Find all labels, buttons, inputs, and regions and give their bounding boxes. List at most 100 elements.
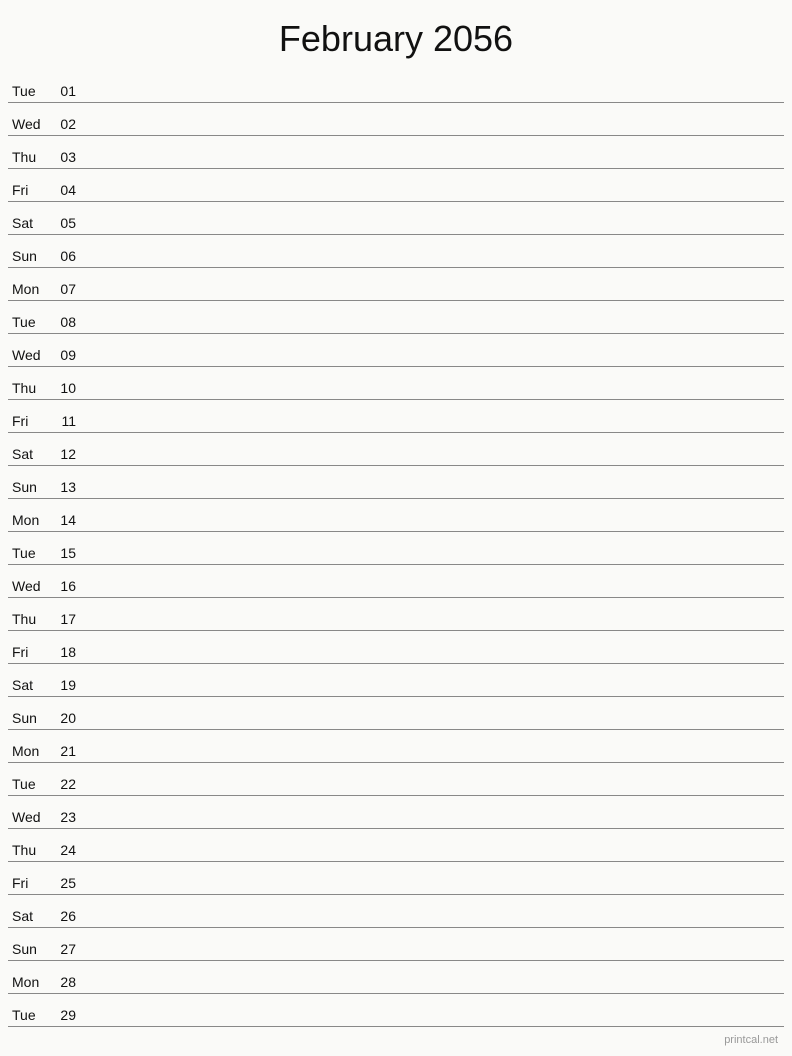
day-line (82, 131, 784, 132)
day-line (82, 164, 784, 165)
day-name: Tue (8, 1007, 50, 1023)
day-row: Sat19 (8, 664, 784, 697)
day-number: 07 (50, 281, 82, 297)
day-number: 17 (50, 611, 82, 627)
day-number: 21 (50, 743, 82, 759)
day-row: Tue01 (8, 70, 784, 103)
day-row: Fri25 (8, 862, 784, 895)
day-row: Sat26 (8, 895, 784, 928)
day-number: 22 (50, 776, 82, 792)
day-name: Fri (8, 875, 50, 891)
day-name: Wed (8, 347, 50, 363)
day-line (82, 626, 784, 627)
day-row: Wed23 (8, 796, 784, 829)
day-number: 26 (50, 908, 82, 924)
day-number: 16 (50, 578, 82, 594)
day-number: 11 (50, 413, 82, 429)
day-name: Sun (8, 710, 50, 726)
day-name: Mon (8, 974, 50, 990)
day-name: Sun (8, 479, 50, 495)
day-row: Sat12 (8, 433, 784, 466)
day-row: Mon28 (8, 961, 784, 994)
day-line (82, 725, 784, 726)
day-row: Mon14 (8, 499, 784, 532)
day-row: Thu03 (8, 136, 784, 169)
day-number: 27 (50, 941, 82, 957)
day-row: Wed16 (8, 565, 784, 598)
day-number: 04 (50, 182, 82, 198)
day-number: 20 (50, 710, 82, 726)
day-row: Sun13 (8, 466, 784, 499)
day-number: 14 (50, 512, 82, 528)
day-row: Tue22 (8, 763, 784, 796)
day-line (82, 989, 784, 990)
day-line (82, 329, 784, 330)
day-name: Mon (8, 281, 50, 297)
day-number: 01 (50, 83, 82, 99)
day-row: Fri11 (8, 400, 784, 433)
day-number: 15 (50, 545, 82, 561)
day-number: 25 (50, 875, 82, 891)
day-name: Sat (8, 446, 50, 462)
day-line (82, 362, 784, 363)
day-row: Sat05 (8, 202, 784, 235)
day-line (82, 560, 784, 561)
day-line (82, 890, 784, 891)
day-name: Wed (8, 578, 50, 594)
day-line (82, 197, 784, 198)
day-number: 28 (50, 974, 82, 990)
day-line (82, 98, 784, 99)
day-name: Mon (8, 512, 50, 528)
day-number: 05 (50, 215, 82, 231)
day-name: Fri (8, 182, 50, 198)
day-line (82, 1022, 784, 1023)
day-row: Wed09 (8, 334, 784, 367)
day-number: 13 (50, 479, 82, 495)
day-number: 29 (50, 1007, 82, 1023)
day-row: Sun20 (8, 697, 784, 730)
day-line (82, 692, 784, 693)
day-line (82, 593, 784, 594)
day-row: Tue15 (8, 532, 784, 565)
day-name: Sat (8, 677, 50, 693)
day-row: Mon07 (8, 268, 784, 301)
day-number: 03 (50, 149, 82, 165)
day-number: 18 (50, 644, 82, 660)
day-name: Fri (8, 644, 50, 660)
day-number: 23 (50, 809, 82, 825)
day-number: 06 (50, 248, 82, 264)
day-row: Tue08 (8, 301, 784, 334)
day-number: 02 (50, 116, 82, 132)
day-name: Sun (8, 248, 50, 264)
day-name: Sat (8, 215, 50, 231)
day-number: 12 (50, 446, 82, 462)
day-line (82, 923, 784, 924)
calendar-grid: Tue01Wed02Thu03Fri04Sat05Sun06Mon07Tue08… (0, 70, 792, 1027)
day-number: 09 (50, 347, 82, 363)
day-line (82, 758, 784, 759)
day-name: Thu (8, 149, 50, 165)
day-line (82, 659, 784, 660)
day-line (82, 395, 784, 396)
day-name: Thu (8, 611, 50, 627)
day-name: Sat (8, 908, 50, 924)
day-line (82, 956, 784, 957)
day-line (82, 428, 784, 429)
day-line (82, 296, 784, 297)
day-row: Tue29 (8, 994, 784, 1027)
day-row: Fri04 (8, 169, 784, 202)
day-line (82, 857, 784, 858)
day-line (82, 230, 784, 231)
day-name: Sun (8, 941, 50, 957)
day-name: Wed (8, 809, 50, 825)
day-name: Mon (8, 743, 50, 759)
day-name: Wed (8, 116, 50, 132)
day-number: 19 (50, 677, 82, 693)
day-row: Thu10 (8, 367, 784, 400)
day-name: Fri (8, 413, 50, 429)
day-number: 24 (50, 842, 82, 858)
day-row: Thu24 (8, 829, 784, 862)
day-row: Thu17 (8, 598, 784, 631)
day-row: Mon21 (8, 730, 784, 763)
day-name: Tue (8, 545, 50, 561)
